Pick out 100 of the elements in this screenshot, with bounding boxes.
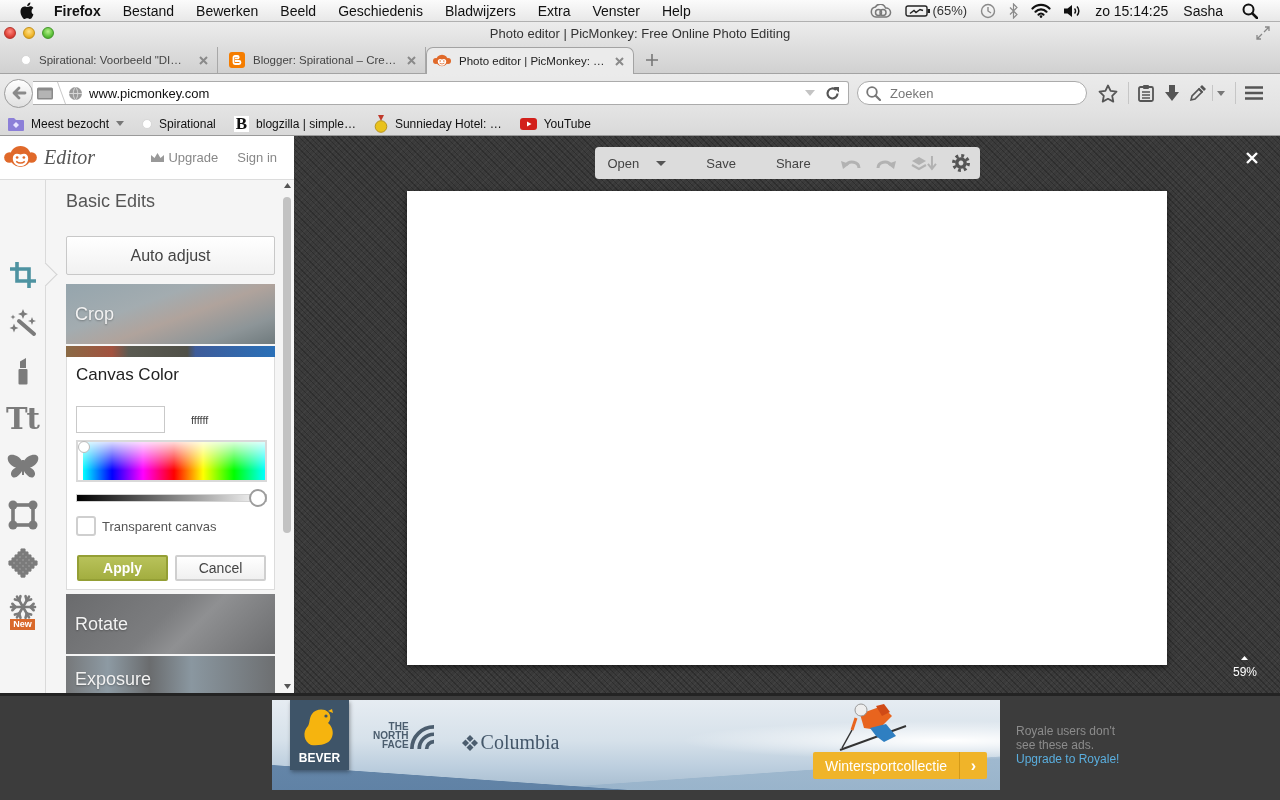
scroll-up-icon[interactable] xyxy=(283,183,291,188)
diamond-icon xyxy=(461,734,478,751)
text-tool-button[interactable]: Tt xyxy=(6,404,39,434)
brand-name: THE NORTH FACE xyxy=(373,722,409,749)
brand-name: Columbia xyxy=(480,731,560,754)
bookmark-link[interactable]: YouTube xyxy=(519,116,591,131)
upgrade-link[interactable]: Upgrade to Royale! xyxy=(1016,752,1122,766)
color-preview-swatch[interactable] xyxy=(76,406,165,433)
app-menu[interactable]: Firefox xyxy=(43,0,112,21)
wifi-icon[interactable] xyxy=(1031,3,1052,18)
plus-icon[interactable] xyxy=(646,54,658,66)
star-icon[interactable] xyxy=(1098,83,1118,103)
scroll-down-icon[interactable] xyxy=(283,684,291,689)
menu-item[interactable]: Bladwijzers xyxy=(433,0,527,21)
search-field[interactable]: Zoeken xyxy=(890,84,1078,102)
menu-item[interactable]: Beeld xyxy=(269,0,328,21)
toolbar-button[interactable]: Save xyxy=(693,147,749,179)
menu-item[interactable]: Extra xyxy=(526,0,582,21)
back-button[interactable] xyxy=(4,78,33,108)
apple-logo-icon[interactable] xyxy=(20,2,34,19)
panel-title: Basic Edits xyxy=(66,190,157,212)
browser-tab[interactable]: Blogger: Spirational – Cre… xyxy=(218,47,426,73)
monkey-icon xyxy=(433,54,451,68)
scrollbar-thumb[interactable] xyxy=(283,197,291,533)
reload-icon[interactable] xyxy=(825,85,840,101)
window-title: Photo editor | PicMonkey: Free Online Photo Editing xyxy=(488,25,792,41)
caret-down-icon xyxy=(656,160,667,166)
search-icon xyxy=(866,85,881,101)
battery-percentage: (65%) xyxy=(932,3,968,18)
bookmark-link[interactable]: Spirational xyxy=(142,116,216,131)
menu-item[interactable]: Bestand xyxy=(111,0,186,21)
crop-icon[interactable] xyxy=(9,262,36,288)
auto-adjust-button[interactable]: Auto adjust xyxy=(66,236,275,275)
tool-tile[interactable]: Rotate xyxy=(66,594,275,654)
picker-thumb[interactable] xyxy=(78,441,90,453)
bookmark-link[interactable]: Meest bezocht xyxy=(8,116,125,131)
b-logo-icon xyxy=(229,52,245,68)
snowflake-icon[interactable] xyxy=(8,592,37,621)
color-spectrum-picker[interactable] xyxy=(76,440,267,482)
pencil-icon[interactable] xyxy=(1189,84,1207,102)
cancel-button[interactable]: Cancel xyxy=(175,555,266,581)
zoom-level: 59% xyxy=(1232,665,1257,679)
monkey-logo-icon xyxy=(4,145,37,170)
browser-tab[interactable]: Spirational: Voorbeeld "DI… xyxy=(10,47,218,73)
battery-icon[interactable] xyxy=(905,4,932,17)
brightness-slider[interactable] xyxy=(76,489,267,507)
caret-down-icon[interactable] xyxy=(116,121,125,126)
play-icon xyxy=(519,117,537,130)
ad-note: Royale users don't see these ads. xyxy=(1016,724,1116,752)
magic-wand-icon[interactable] xyxy=(8,309,37,337)
upgrade-link[interactable]: Upgrade xyxy=(151,150,219,165)
bookmark-link[interactable]: B blogzilla | simple… xyxy=(233,115,356,132)
user-name[interactable]: Sasha xyxy=(1183,2,1223,19)
settings-icon[interactable] xyxy=(951,154,970,172)
window-close-button[interactable] xyxy=(4,27,16,39)
menu-item[interactable]: Venster xyxy=(581,0,651,21)
browser-tab[interactable]: Photo editor | PicMonkey: … xyxy=(426,47,634,74)
menu-icon[interactable] xyxy=(1245,86,1263,100)
caret-down-icon[interactable] xyxy=(1217,90,1225,96)
menu-bar-clock[interactable]: zo 15:14:25 xyxy=(1095,2,1169,19)
cloud-icon[interactable] xyxy=(870,3,893,18)
menu-item[interactable]: Help xyxy=(650,0,702,21)
open-menu-button[interactable]: Open xyxy=(594,147,680,179)
arrow-left-icon xyxy=(10,86,27,100)
lattice-icon[interactable] xyxy=(7,548,38,578)
app-title: Editor xyxy=(44,146,96,169)
search-icon[interactable] xyxy=(1242,2,1258,19)
url-field[interactable]: www.picmonkey.com xyxy=(89,84,801,102)
clock-icon[interactable] xyxy=(980,2,997,19)
download-icon[interactable] xyxy=(1163,84,1180,102)
crown-icon xyxy=(151,153,165,162)
search-bar[interactable]: Zoeken xyxy=(857,81,1087,105)
window-icon[interactable] xyxy=(37,86,53,100)
menu-item[interactable]: Geschiedenis xyxy=(327,0,434,21)
hex-value: ffffff xyxy=(191,413,209,426)
menu-item[interactable]: Bewerken xyxy=(185,0,270,21)
section-title: Canvas Color xyxy=(76,365,180,385)
clipboard-icon[interactable] xyxy=(1138,84,1154,102)
checkbox[interactable] xyxy=(76,516,96,536)
butterfly-icon[interactable] xyxy=(6,454,39,480)
caret-up-icon[interactable] xyxy=(1241,656,1249,660)
circle-icon xyxy=(21,55,31,65)
bookmark-link[interactable]: Sunnieday Hotel: … xyxy=(373,114,502,133)
ad-banner[interactable]: BEVER THE NORTH FACE Columbia Wintersportcollectie › xyxy=(272,700,1000,790)
window-minimize-button[interactable] xyxy=(23,27,35,39)
expand-icon[interactable] xyxy=(1256,26,1270,40)
globe-icon xyxy=(68,85,83,101)
address-bar[interactable]: www.picmonkey.com xyxy=(33,81,849,105)
new-badge: New xyxy=(10,618,35,630)
checkbox-label: Transparent canvas xyxy=(102,518,217,534)
slider-thumb[interactable] xyxy=(249,489,267,507)
bluetooth-icon[interactable] xyxy=(1009,2,1019,19)
frame-icon[interactable] xyxy=(7,500,38,530)
circle-icon xyxy=(142,118,153,129)
lipstick-icon[interactable] xyxy=(16,357,29,385)
arcs-logo-icon xyxy=(409,725,434,749)
folder-icon xyxy=(8,116,24,131)
window-zoom-button[interactable] xyxy=(42,27,54,39)
sign-in-link[interactable]: Sign in xyxy=(237,150,277,165)
toolbar-button[interactable]: Share xyxy=(762,147,824,179)
